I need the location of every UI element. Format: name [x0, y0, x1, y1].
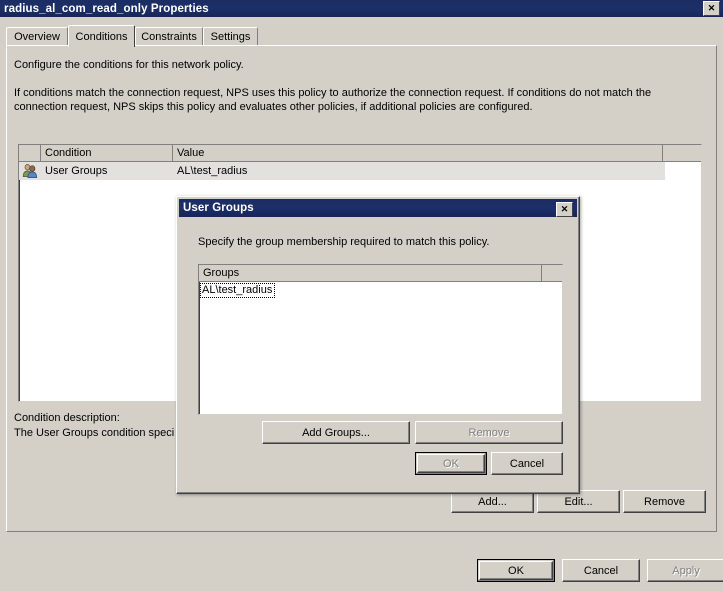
main-title-bar: radius_al_com_read_only Properties ✕ — [0, 0, 723, 17]
ok-button-inner: OK — [479, 561, 553, 580]
modal-title: User Groups — [183, 202, 254, 214]
intro-text: Configure the conditions for this networ… — [14, 59, 244, 71]
ok-button-label: OK — [508, 564, 524, 577]
apply-button-label: Apply — [672, 564, 700, 577]
column-header-condition[interactable]: Condition — [41, 145, 173, 162]
tab-settings-label: Settings — [210, 31, 251, 43]
close-glyph: ✕ — [707, 3, 716, 13]
tab-settings[interactable]: Settings — [203, 27, 258, 46]
list-item[interactable]: AL\test_radius — [199, 282, 562, 298]
close-icon[interactable]: ✕ — [703, 1, 720, 16]
condition-description-text: The User Groups condition speci — [14, 427, 175, 439]
modal-ok-button-inner: OK — [417, 454, 485, 473]
cancel-button[interactable]: Cancel — [562, 559, 640, 582]
users-icon — [19, 164, 41, 178]
modal-cancel-button-label: Cancel — [509, 457, 545, 470]
groups-list-header: Groups — [199, 265, 562, 282]
add-groups-button-label: Add Groups... — [302, 426, 370, 439]
apply-button: Apply — [647, 559, 723, 582]
description-text: If conditions match the connection reque… — [14, 87, 652, 113]
row-condition-value: AL\test_radius — [177, 165, 248, 177]
modal-cancel-button[interactable]: Cancel — [491, 452, 563, 475]
cancel-button-label: Cancel — [583, 564, 619, 577]
column-header-filler — [663, 145, 701, 162]
window-title: radius_al_com_read_only Properties — [4, 2, 209, 15]
conditions-list-header: Condition Value — [19, 145, 701, 162]
group-name: AL\test_radius — [200, 282, 276, 298]
column-header-groups[interactable]: Groups — [199, 265, 542, 282]
modal-close-glyph: ✕ — [560, 204, 569, 214]
modal-title-bar: User Groups ✕ — [179, 199, 577, 217]
user-groups-dialog: User Groups ✕ Specify the group membersh… — [176, 196, 580, 494]
modal-ok-button: OK — [415, 452, 487, 475]
modal-close-icon[interactable]: ✕ — [556, 202, 573, 217]
tab-overview[interactable]: Overview — [6, 27, 68, 46]
screen-root: radius_al_com_read_only Properties ✕ Ove… — [0, 0, 723, 591]
tab-constraints-label: Constraints — [141, 31, 197, 43]
ok-button[interactable]: OK — [477, 559, 555, 582]
groups-list[interactable]: Groups AL\test_radius — [198, 264, 563, 415]
tab-overview-label: Overview — [14, 31, 60, 43]
condition-description-label: Condition description: — [14, 412, 120, 424]
tab-conditions[interactable]: Conditions — [68, 25, 135, 47]
users-icon-svg — [22, 164, 38, 178]
column-header-icon[interactable] — [19, 145, 41, 162]
tab-constraints[interactable]: Constraints — [135, 27, 203, 46]
add-button-label: Add... — [478, 495, 507, 508]
remove-group-button: Remove — [415, 421, 563, 444]
column-header-value[interactable]: Value — [173, 145, 663, 162]
remove-button-label: Remove — [644, 495, 685, 508]
tab-strip: Overview Conditions Constraints Settings — [6, 25, 717, 47]
modal-instruction-text: Specify the group membership required to… — [198, 236, 490, 248]
remove-group-button-label: Remove — [468, 426, 510, 439]
column-header-groups-filler — [542, 265, 562, 282]
remove-button[interactable]: Remove — [623, 490, 706, 513]
tab-conditions-label: Conditions — [75, 30, 128, 43]
row-condition-name: User Groups — [45, 165, 108, 177]
table-row[interactable]: User Groups AL\test_radius — [19, 162, 665, 180]
modal-ok-button-label: OK — [443, 457, 459, 470]
add-groups-button[interactable]: Add Groups... — [262, 421, 410, 444]
edit-button-label: Edit... — [564, 495, 593, 508]
